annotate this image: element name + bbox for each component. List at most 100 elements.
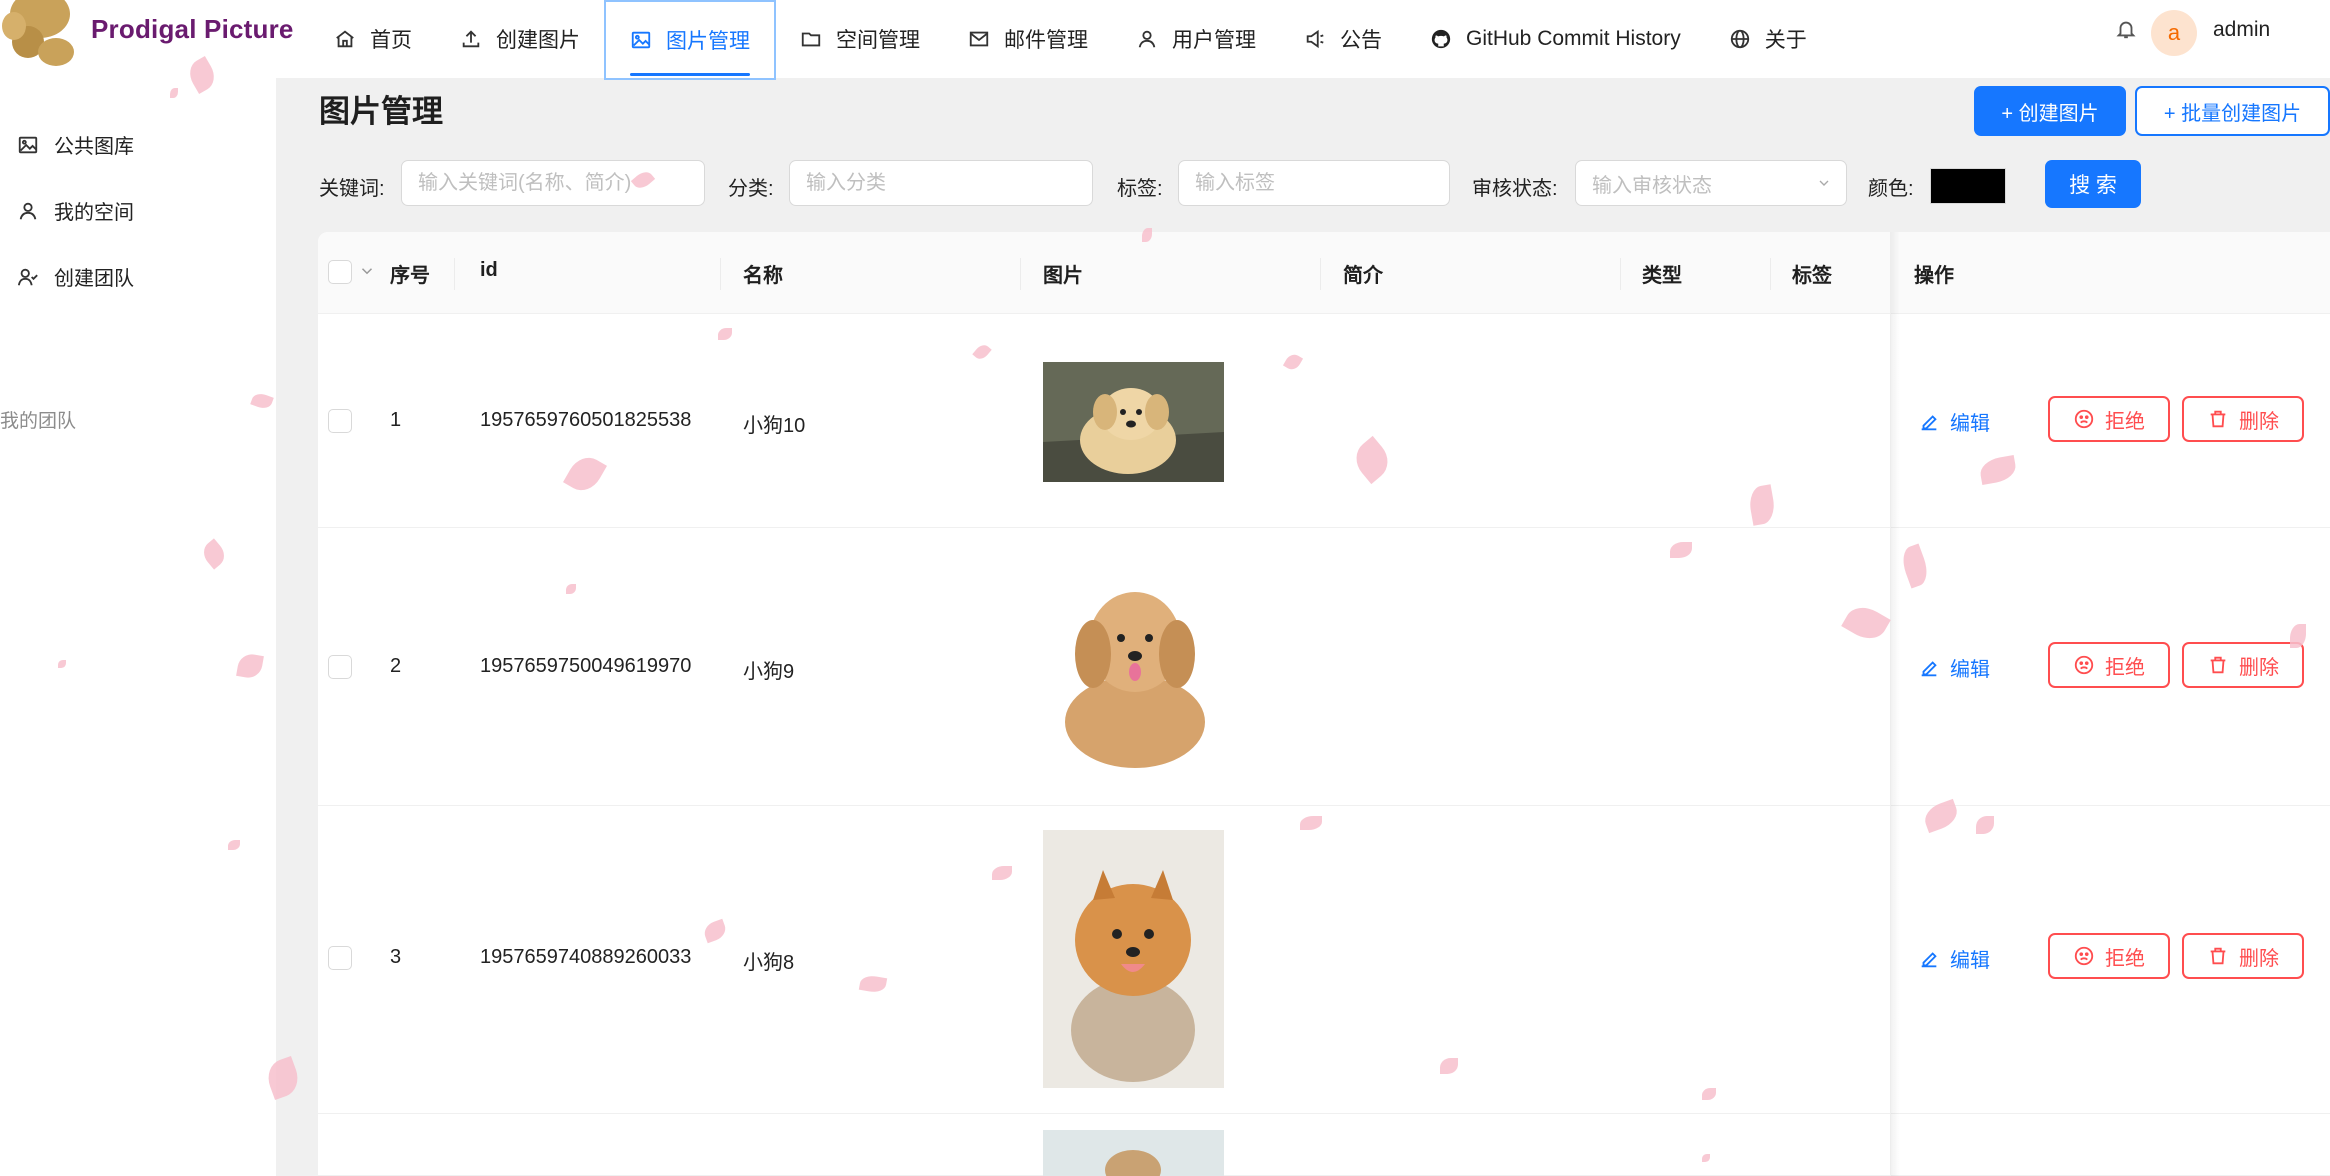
main-content: 图片管理 + 创建图片 + 批量创建图片 关键词: 分类: 标签: 审核状态: … [276, 78, 2330, 1176]
picture-table: 序号 id 名称 图片 简介 类型 标签 操作 1 19576597605018… [318, 232, 2330, 1176]
reject-label: 拒绝 [2105, 410, 2145, 433]
home-icon [334, 28, 356, 50]
row-checkbox[interactable] [328, 655, 352, 679]
edit-label: 编辑 [1950, 413, 1990, 435]
sidebar: 公共图库 我的空间 创建团队 我的团队 [0, 78, 276, 1176]
color-picker[interactable] [1930, 168, 2006, 204]
avatar[interactable]: a [2151, 10, 2197, 56]
fixed-column-shadow [1890, 232, 1900, 1176]
trash-icon [2210, 656, 2226, 674]
nav-item-picture-manage[interactable]: 图片管理 [604, 0, 776, 80]
edit-button[interactable]: 编辑 [1918, 407, 1990, 436]
column-divider [454, 258, 455, 290]
row-id: 1957659760501825538 [480, 409, 692, 431]
row-name: 小狗8 [743, 952, 795, 974]
column-header-type: 类型 [1642, 265, 1682, 287]
nav-item-create-picture[interactable]: 创建图片 [436, 0, 604, 78]
column-header-tags: 标签 [1792, 265, 1832, 287]
edit-label: 编辑 [1950, 950, 1990, 972]
batch-create-picture-button[interactable]: + 批量创建图片 [2135, 86, 2330, 136]
row-checkbox[interactable] [328, 409, 352, 433]
upload-icon [460, 28, 482, 50]
column-divider [1320, 258, 1321, 290]
edit-button[interactable]: 编辑 [1918, 653, 1990, 682]
bell-icon[interactable] [2115, 18, 2137, 40]
column-header-actions: 操作 [1914, 265, 1954, 287]
review-status-select[interactable]: 输入审核状态 [1575, 160, 1847, 206]
row-index: 2 [390, 655, 402, 677]
nav-item-label: GitHub Commit History [1466, 27, 1681, 50]
top-header: Prodigal Picture 首页 创建图片 图片管理 空间管理 邮件管理 … [0, 0, 2330, 80]
username[interactable]: admin [2213, 18, 2270, 42]
delete-label: 删除 [2239, 656, 2279, 679]
nav-item-mail-manage[interactable]: 邮件管理 [944, 0, 1112, 78]
reject-label: 拒绝 [2105, 656, 2145, 679]
row-name: 小狗9 [743, 661, 795, 683]
row-checkbox[interactable] [328, 946, 352, 970]
nav-item-about[interactable]: 关于 [1705, 0, 1831, 78]
sidebar-item-label: 我的空间 [54, 202, 134, 224]
tag-input[interactable] [1178, 160, 1450, 206]
search-button[interactable]: 搜 索 [2045, 160, 2141, 208]
fixed-column-divider [1890, 232, 1891, 1176]
review-status-placeholder: 输入审核状态 [1592, 174, 1712, 197]
row-index: 3 [390, 946, 402, 968]
sidebar-item-my-space[interactable]: 我的空间 [0, 196, 134, 225]
delete-label: 删除 [2239, 410, 2279, 433]
nav-item-announcement[interactable]: 公告 [1280, 0, 1406, 78]
sidebar-item-public-gallery[interactable]: 公共图库 [0, 130, 134, 159]
reject-button[interactable]: 拒绝 [2048, 933, 2170, 979]
user-icon [1136, 28, 1158, 50]
team-icon [16, 265, 40, 289]
edit-icon [1921, 951, 1937, 967]
delete-button[interactable]: 删除 [2182, 642, 2304, 688]
nav-item-home[interactable]: 首页 [310, 0, 436, 78]
frown-icon [2074, 655, 2094, 675]
frown-icon [2074, 409, 2094, 429]
picture-thumbnail[interactable] [1043, 1130, 1224, 1176]
edit-button[interactable]: 编辑 [1918, 944, 1990, 973]
category-label: 分类: [728, 178, 774, 200]
table-row: 2 1957659750049619970 小狗9 编辑 拒绝 删除 [318, 528, 2330, 806]
top-nav: 首页 创建图片 图片管理 空间管理 邮件管理 用户管理 公告 GitHub Co… [310, 0, 1831, 80]
create-picture-button[interactable]: + 创建图片 [1974, 86, 2126, 136]
reject-label: 拒绝 [2105, 947, 2145, 970]
chevron-down-icon[interactable] [358, 262, 376, 280]
logo-icon[interactable] [0, 0, 80, 70]
table-row: 3 1957659740889260033 小狗8 编辑 拒绝 删除 [318, 806, 2330, 1114]
column-divider [1770, 258, 1771, 290]
category-input[interactable] [789, 160, 1093, 206]
reject-button[interactable]: 拒绝 [2048, 396, 2170, 442]
nav-item-label: 关于 [1764, 29, 1807, 52]
delete-label: 删除 [2239, 947, 2279, 970]
delete-button[interactable]: 删除 [2182, 933, 2304, 979]
nav-item-label: 公告 [1340, 29, 1382, 52]
nav-item-label: 空间管理 [836, 29, 920, 52]
user-icon [16, 199, 40, 223]
edit-icon [1921, 660, 1937, 676]
picture-thumbnail[interactable] [1043, 362, 1224, 482]
nav-item-github-history[interactable]: GitHub Commit History [1406, 0, 1705, 78]
tag-label: 标签: [1117, 178, 1163, 200]
nav-item-space-manage[interactable]: 空间管理 [776, 0, 944, 78]
sidebar-item-label: 创建团队 [54, 268, 134, 290]
github-icon [1430, 28, 1452, 50]
delete-button[interactable]: 删除 [2182, 396, 2304, 442]
edit-label: 编辑 [1950, 659, 1990, 681]
select-all-checkbox[interactable] [328, 260, 352, 284]
globe-icon [1729, 28, 1751, 50]
nav-item-user-manage[interactable]: 用户管理 [1112, 0, 1280, 78]
mail-icon [968, 28, 990, 50]
picture-thumbnail[interactable] [1043, 830, 1224, 1088]
keyword-input[interactable] [401, 160, 705, 206]
picture-thumbnail[interactable] [1043, 562, 1224, 772]
reject-button[interactable]: 拒绝 [2048, 642, 2170, 688]
page-title: 图片管理 [319, 94, 443, 129]
brand-name[interactable]: Prodigal Picture [91, 14, 294, 45]
column-divider [1620, 258, 1621, 290]
nav-item-label: 邮件管理 [1004, 29, 1088, 52]
sidebar-item-create-team[interactable]: 创建团队 [0, 262, 134, 291]
column-header-picture: 图片 [1043, 265, 1083, 287]
column-header-index: 序号 [390, 265, 430, 287]
column-header-name: 名称 [743, 265, 783, 287]
